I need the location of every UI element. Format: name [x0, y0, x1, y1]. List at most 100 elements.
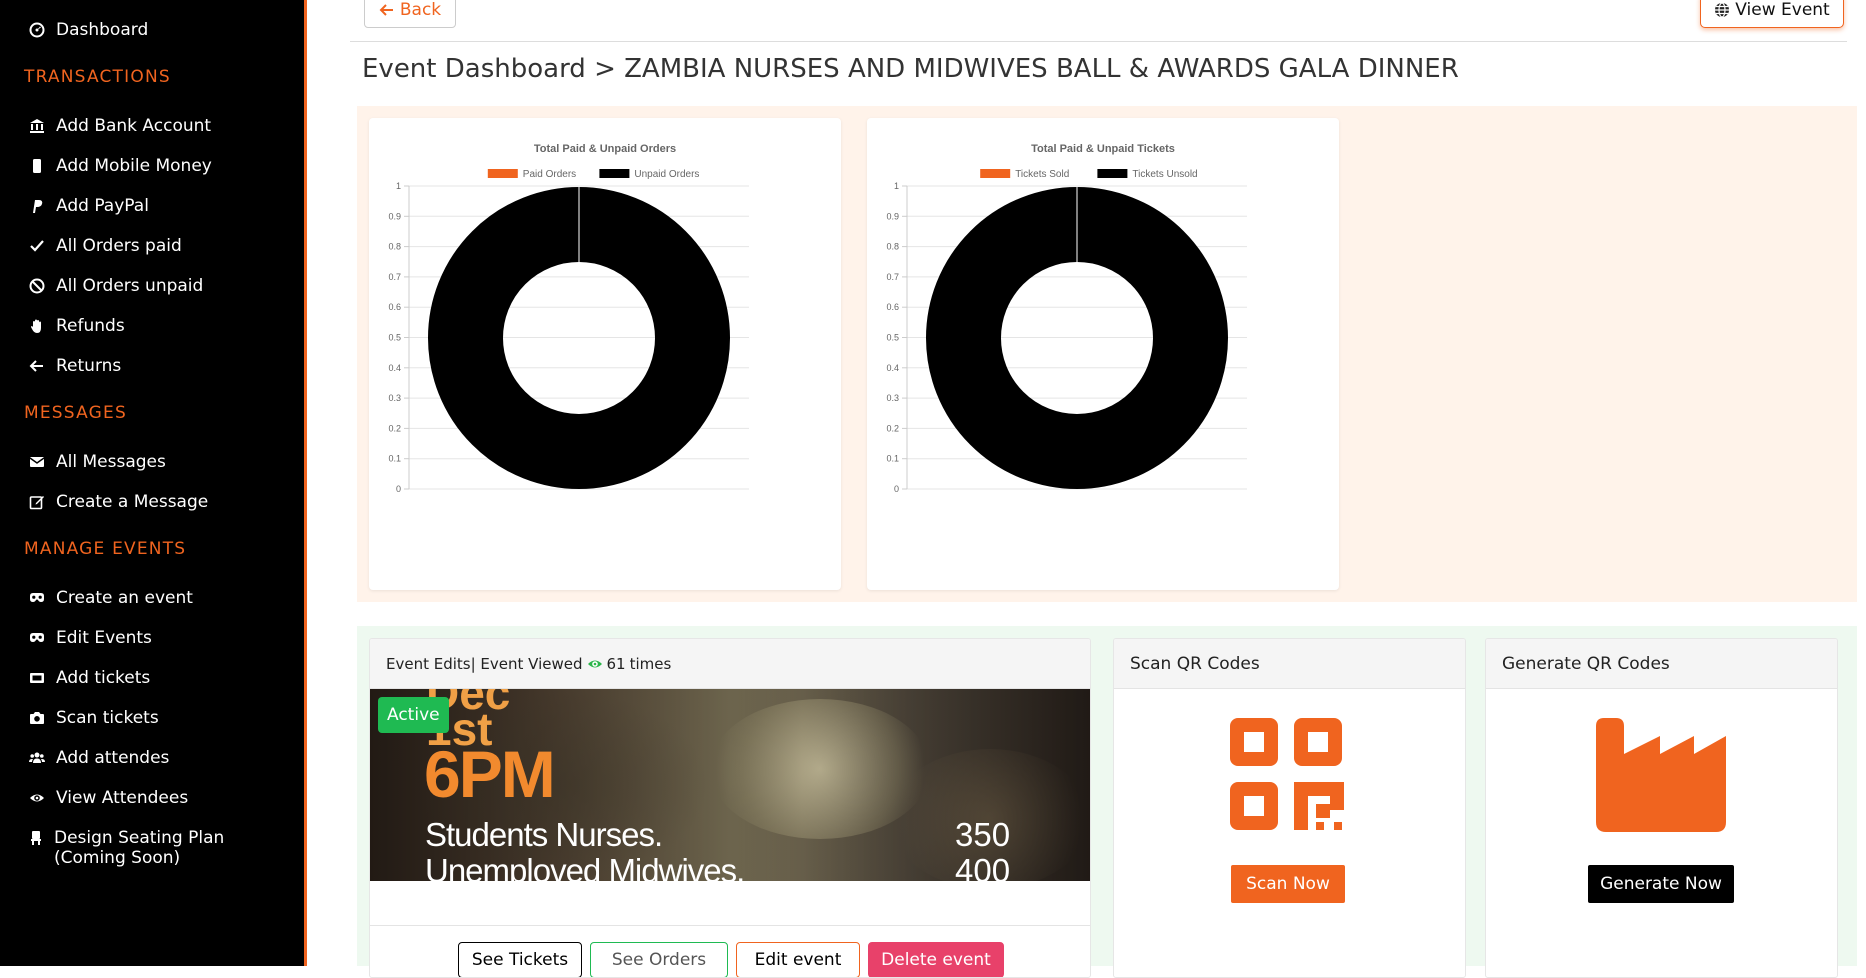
sidebar-item-label: All Orders paid: [56, 236, 182, 256]
sidebar-item-label: Add tickets: [56, 668, 151, 688]
event-view-count: 61: [606, 654, 626, 673]
sidebar-item-label: All Orders unpaid: [56, 276, 204, 296]
event-line2: Unemploved Midwives.: [425, 852, 745, 881]
eye-icon: [587, 660, 602, 667]
y-tick-label: 0.9: [388, 211, 401, 221]
y-tick-label: 1: [396, 181, 401, 191]
camera-icon: [28, 709, 46, 727]
y-tick-label: 0.7: [886, 272, 899, 282]
sidebar-item-returns[interactable]: Returns: [28, 356, 121, 376]
sidebar-item-dashboard[interactable]: Dashboard: [28, 20, 148, 40]
arrow-left-icon: [28, 357, 46, 375]
hand-icon: [28, 317, 46, 335]
main-content: Back View Event Event Dashboard > ZAMBIA…: [307, 0, 1866, 978]
event-price2: 400: [955, 852, 1011, 881]
scan-qr-card: Scan QR Codes Scan Now: [1113, 638, 1466, 978]
chart-title: Total Paid & Unpaid Tickets: [1031, 143, 1175, 155]
y-tick-label: 0.3: [388, 393, 401, 403]
view-event-button[interactable]: View Event: [1700, 0, 1844, 28]
chart-card-orders: Total Paid & Unpaid Orders Paid Orders Unp…: [369, 118, 841, 590]
sidebar-item-create-event[interactable]: Create an event: [28, 588, 193, 608]
event-banner-image[interactable]: Dec 1st 6PM Students Nurses. Unemploved M…: [370, 689, 1090, 881]
industry-icon: [1596, 718, 1726, 832]
y-tick-label: 0.8: [886, 242, 899, 252]
y-tick-label: 0.4: [886, 363, 899, 373]
y-tick-label: 0.7: [388, 272, 401, 282]
status-badge: Active: [378, 697, 449, 733]
back-label: Back: [399, 0, 442, 20]
sidebar-item-label: Returns: [56, 356, 122, 376]
envelope-icon: [28, 453, 46, 471]
sidebar-item-label: Scan tickets: [56, 708, 159, 728]
globe-icon: [1715, 2, 1730, 18]
sidebar-item-label: Dashboard: [56, 20, 149, 40]
users-icon: [28, 749, 46, 767]
sidebar-item-label: Create an event: [56, 588, 193, 608]
sidebar-item-add-mobile-money[interactable]: Add Mobile Money: [28, 156, 212, 176]
sidebar-item-all-messages[interactable]: All Messages: [28, 452, 166, 472]
mask-icon: [28, 629, 46, 647]
sidebar-item-add-bank-account[interactable]: Add Bank Account: [28, 116, 211, 136]
back-button[interactable]: Back: [364, 0, 456, 28]
sidebar-item-create-message[interactable]: Create a Message: [28, 492, 208, 512]
mobile-icon: [28, 157, 46, 175]
scan-now-button[interactable]: Scan Now: [1231, 865, 1345, 903]
sidebar-item-add-attendes[interactable]: Add attendes: [28, 748, 169, 768]
sidebar-item-label: View Attendees: [56, 788, 189, 808]
see-orders-button[interactable]: See Orders: [590, 942, 728, 977]
dashboard-icon: [28, 21, 46, 39]
y-tick-label: 0.3: [886, 393, 899, 403]
chart-orders: Total Paid & Unpaid Orders Paid Orders Unp…: [388, 143, 749, 494]
paypal-icon: [28, 197, 46, 215]
legend-label: Paid Orders: [523, 169, 576, 180]
chart-card-tickets: Total Paid & Unpaid Tickets Tickets Sold T…: [867, 118, 1339, 590]
y-tick-label: 0.1: [886, 454, 899, 464]
edit-event-button[interactable]: Edit event: [736, 942, 860, 977]
y-tick-label: 0.9: [886, 211, 899, 221]
y-tick-label: 0.6: [886, 302, 899, 312]
y-tick-label: 0.5: [388, 333, 401, 343]
event-header-prefix: Event Edits| Event Viewed: [386, 654, 583, 673]
edit-icon: [28, 493, 46, 511]
sidebar-item-label: Add attendes: [56, 748, 170, 768]
sidebar-item-all-orders-paid[interactable]: All Orders paid: [28, 236, 182, 256]
event-actions: See Tickets See Orders Edit event Delete…: [370, 925, 1090, 977]
sidebar-item-add-tickets[interactable]: Add tickets: [28, 668, 150, 688]
sidebar-item-all-orders-unpaid[interactable]: All Orders unpaid: [28, 276, 203, 296]
event-time: 6PM: [424, 737, 556, 811]
delete-event-button[interactable]: Delete event: [868, 942, 1004, 977]
sidebar-item-label: Edit Events: [56, 628, 152, 648]
charts-section: Total Paid & Unpaid Orders Paid Orders Unp…: [357, 106, 1857, 602]
y-tick-label: 0.4: [388, 363, 401, 373]
check-icon: [28, 237, 46, 255]
divider: [350, 41, 1847, 42]
event-card: Event Edits| Event Viewed 61 times Dec 1s…: [369, 638, 1091, 978]
sidebar-item-refunds[interactable]: Refunds: [28, 316, 125, 336]
y-tick-label: 0.2: [388, 423, 401, 433]
legend-label: Unpaid Orders: [634, 169, 699, 180]
sidebar-item-design-seating-plan[interactable]: Design Seating Plan (Coming Soon): [28, 828, 278, 868]
ticket-icon: [28, 669, 46, 687]
legend-label: Tickets Unsold: [1132, 169, 1197, 180]
event-price1: 350: [955, 816, 1011, 853]
legend-swatch: [599, 169, 630, 178]
see-tickets-button[interactable]: See Tickets: [458, 942, 582, 977]
event-card-header: Event Edits| Event Viewed 61 times: [370, 639, 1090, 689]
cards-section: Event Edits| Event Viewed 61 times Dec 1s…: [357, 626, 1857, 978]
y-tick-label: 0: [396, 484, 401, 494]
sidebar-item-label: All Messages: [56, 452, 166, 472]
page-title: Event Dashboard > ZAMBIA NURSES AND MIDW…: [362, 54, 1459, 84]
event-line1: Students Nurses.: [425, 816, 663, 853]
y-tick-label: 1: [894, 181, 899, 191]
bank-icon: [28, 117, 46, 135]
y-tick-label: 0: [894, 484, 899, 494]
sidebar-item-add-paypal[interactable]: Add PayPal: [28, 196, 149, 216]
sidebar-item-edit-events[interactable]: Edit Events: [28, 628, 152, 648]
legend-swatch: [980, 169, 1011, 178]
y-tick-label: 0.5: [886, 333, 899, 343]
sidebar-item-label: Design Seating Plan (Coming Soon): [54, 828, 225, 868]
generate-now-button[interactable]: Generate Now: [1588, 865, 1734, 903]
sidebar-item-view-attendees[interactable]: View Attendees: [28, 788, 188, 808]
sidebar-item-scan-tickets[interactable]: Scan tickets: [28, 708, 159, 728]
y-tick-label: 0.2: [886, 423, 899, 433]
